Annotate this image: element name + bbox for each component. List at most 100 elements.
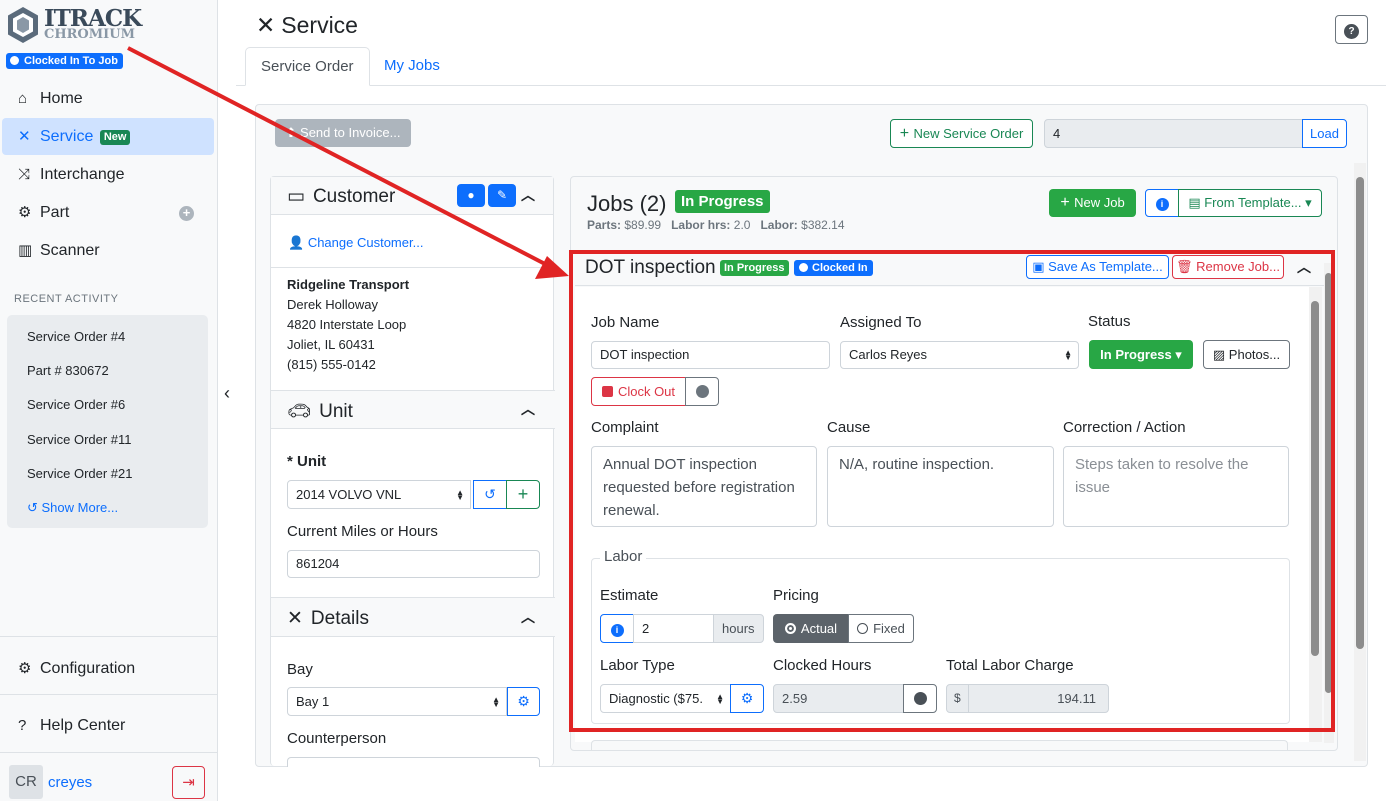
- nav-service[interactable]: ✕ Service New: [2, 118, 214, 155]
- pricing-actual-radio[interactable]: Actual: [773, 614, 849, 643]
- clocked-hours-button[interactable]: [903, 684, 937, 713]
- plus-icon: +: [517, 484, 529, 504]
- labor-fieldset: Labor Estimate i 2 hours Pricing Actual …: [591, 548, 1290, 724]
- chevron-up-icon[interactable]: ︿: [521, 185, 535, 205]
- add-part-icon[interactable]: +: [179, 206, 194, 221]
- avatar[interactable]: CR: [9, 765, 43, 799]
- clocked-in-badge[interactable]: Clocked In To Job: [6, 53, 123, 69]
- help-button[interactable]: ?: [1335, 15, 1368, 44]
- show-more-label: Show More...: [41, 500, 119, 515]
- chevron-up-icon[interactable]: ︿: [1297, 257, 1311, 277]
- correction-label: Correction / Action: [1063, 419, 1186, 436]
- labor-type-select[interactable]: Diagnostic ($75. ▲ ▼: [600, 684, 731, 713]
- miles-input[interactable]: 861204: [287, 550, 540, 578]
- username-link[interactable]: creyes: [48, 774, 92, 791]
- cause-label: Cause: [827, 419, 871, 436]
- recent-item[interactable]: Service Order #4: [27, 329, 125, 344]
- clock-history-button[interactable]: [685, 377, 719, 406]
- remove-job-button[interactable]: 🗑︎ Remove Job...: [1172, 255, 1284, 279]
- total-labor-input: 194.11: [968, 684, 1109, 713]
- logout-button[interactable]: ⇥: [172, 766, 205, 799]
- unit-title-text: Unit: [319, 401, 353, 422]
- pencil-icon[interactable]: ✎: [488, 184, 516, 207]
- estimate-info-button[interactable]: i: [600, 614, 634, 643]
- home-icon: ⌂: [18, 90, 28, 107]
- clock-icon: [695, 385, 709, 398]
- person-icon[interactable]: ●: [457, 184, 485, 207]
- customer-title-text: Customer: [312, 186, 396, 207]
- from-template-dropdown[interactable]: ▤ From Template... ▾: [1178, 189, 1322, 217]
- clocked-in-label: Clocked In To Job: [24, 55, 118, 67]
- nav-home[interactable]: ⌂ Home: [2, 80, 214, 117]
- recent-item[interactable]: Service Order #11: [27, 432, 132, 447]
- job-scrollbar-thumb[interactable]: [1311, 301, 1319, 656]
- photos-button[interactable]: ▨ Photos...: [1203, 340, 1290, 369]
- new-job-label: New Job: [1074, 195, 1125, 210]
- nav-help-center[interactable]: ? Help Center: [2, 707, 214, 744]
- nav-scanner[interactable]: ▥ Scanner: [2, 232, 214, 269]
- car-icon: 🚗︎: [287, 401, 312, 422]
- save-as-template-button[interactable]: ▣ Save As Template...: [1026, 255, 1169, 279]
- main-content: ✕ Service ? Service Order My Jobs ⬆ Send …: [236, 0, 1386, 801]
- jobs-scrollbar-thumb[interactable]: [1325, 273, 1332, 693]
- service-order-number-input[interactable]: 4: [1044, 119, 1304, 148]
- labor-type-settings-button[interactable]: ⚙: [730, 684, 764, 713]
- correction-textarea[interactable]: Steps taken to resolve the issue: [1063, 446, 1289, 527]
- assigned-to-select[interactable]: Carlos Reyes ▲ ▼: [840, 341, 1079, 369]
- change-customer-link[interactable]: 👤 Change Customer...: [288, 235, 423, 251]
- nav-interchange[interactable]: ⤨ Interchange: [2, 156, 214, 193]
- new-service-order-label: New Service Order: [913, 126, 1024, 141]
- show-more-link[interactable]: ↺ Show More...: [27, 500, 118, 516]
- question-icon: ?: [1344, 24, 1359, 39]
- user-icon: 👤: [288, 235, 308, 250]
- jobs-card: Jobs (2) In Progress Parts: $89.99 Labor…: [570, 176, 1338, 751]
- send-to-invoice-button[interactable]: ⬆ Send to Invoice...: [275, 119, 411, 147]
- page-title: ✕ Service: [256, 12, 358, 39]
- pricing-actual-label: Actual: [800, 621, 838, 636]
- remove-job-label: Remove Job...: [1196, 259, 1280, 274]
- tab-service-order[interactable]: Service Order: [245, 47, 370, 86]
- engine-icon: ⚙: [18, 204, 32, 221]
- select-arrows-icon: ▲ ▼: [492, 694, 500, 709]
- clock-out-button[interactable]: Clock Out: [591, 377, 686, 406]
- chevron-up-icon[interactable]: ︿: [521, 399, 535, 419]
- load-button[interactable]: Load: [1302, 119, 1347, 148]
- app-logo[interactable]: ITRACK CHROMIUM: [6, 4, 146, 48]
- nav-part[interactable]: ⚙ Part +: [2, 194, 214, 231]
- new-job-button[interactable]: + New Job: [1049, 189, 1136, 217]
- assigned-to-value: Carlos Reyes: [849, 347, 928, 362]
- collapse-sidebar-icon[interactable]: ‹: [219, 383, 235, 404]
- recent-item[interactable]: Service Order #6: [27, 397, 125, 412]
- new-service-order-button[interactable]: + New Service Order: [890, 119, 1033, 148]
- job-name-input[interactable]: DOT inspection: [591, 341, 830, 369]
- bay-select[interactable]: Bay 1 ▲ ▼: [287, 687, 507, 716]
- recent-item[interactable]: Part # 830672: [27, 363, 109, 378]
- estimate-input[interactable]: 2: [633, 614, 714, 643]
- divider: [0, 636, 218, 637]
- counterperson-select[interactable]: [287, 757, 540, 767]
- recent-activity-list: Service Order #4 Part # 830672 Service O…: [7, 315, 208, 528]
- jobs-summary: Parts: $89.99 Labor hrs: 2.0 Labor: $382…: [587, 218, 845, 232]
- nav-configuration[interactable]: ⚙ Configuration: [2, 650, 214, 687]
- customer-phone: (815) 555-0142: [287, 357, 376, 372]
- template-info-button[interactable]: i: [1145, 189, 1179, 217]
- complaint-textarea[interactable]: Annual DOT inspection requested before r…: [591, 446, 817, 527]
- status-dropdown[interactable]: In Progress ▾: [1089, 340, 1193, 369]
- unit-history-button[interactable]: ↺: [473, 480, 507, 509]
- pricing-fixed-radio[interactable]: Fixed: [848, 614, 914, 643]
- customer-contact: Derek Holloway: [287, 297, 379, 312]
- bay-settings-button[interactable]: ⚙: [507, 687, 540, 716]
- clocked-hours-input: 2.59: [773, 684, 904, 713]
- sidebar: ITRACK CHROMIUM Clocked In To Job ⌂ Home …: [0, 0, 218, 801]
- chevron-up-icon[interactable]: ︿: [521, 607, 535, 627]
- add-unit-button[interactable]: +: [506, 480, 540, 509]
- nav-home-label: Home: [40, 90, 83, 107]
- outer-scrollbar-thumb[interactable]: [1356, 177, 1364, 649]
- file-icon: ▤: [1188, 195, 1205, 210]
- recent-item[interactable]: Service Order #21: [27, 466, 133, 481]
- cause-textarea[interactable]: N/A, routine inspection.: [827, 446, 1054, 527]
- tab-my-jobs[interactable]: My Jobs: [369, 47, 455, 86]
- unit-header: 🚗︎ Unit ︿: [271, 390, 555, 429]
- unit-select[interactable]: 2014 VOLVO VNL ▲ ▼: [287, 480, 471, 509]
- counterperson-label: Counterperson: [287, 730, 387, 747]
